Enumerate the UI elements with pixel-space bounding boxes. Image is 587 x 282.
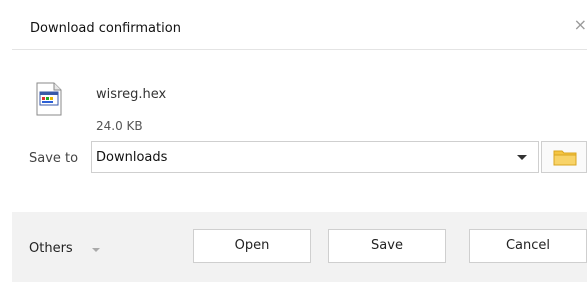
cancel-button[interactable]: Cancel [469,229,587,263]
browse-folder-button[interactable] [541,141,587,173]
close-icon[interactable]: × [574,17,587,33]
open-button[interactable]: Open [193,229,311,263]
others-menu[interactable]: Others [29,241,73,256]
dialog-titlebar: Download confirmation × [12,0,587,50]
save-location-value: Downloads [96,150,168,165]
dialog-footer: Others Open Save Cancel [12,212,587,282]
file-name: wisreg.hex [96,87,167,102]
dialog-title: Download confirmation [30,21,181,36]
folder-icon [553,150,577,166]
others-chevron-down-icon[interactable] [92,248,100,252]
save-location-select[interactable]: Downloads [91,141,539,173]
chevron-down-icon [517,155,527,160]
file-hex-icon [36,82,62,116]
save-button[interactable]: Save [328,229,446,263]
save-to-label: Save to [29,151,79,166]
file-size: 24.0 KB [96,119,143,133]
